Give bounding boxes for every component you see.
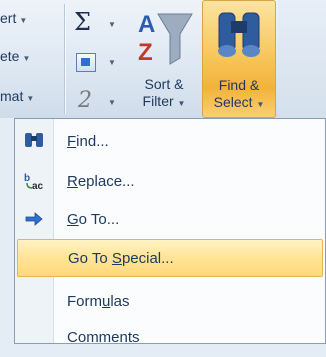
sort-letter-z: Z — [138, 39, 153, 66]
chevron-down-icon: ▼ — [108, 58, 116, 67]
menu-separator — [55, 275, 317, 276]
menu-item-goto[interactable]: Go To... — [15, 201, 315, 239]
binoculars-icon — [25, 133, 43, 147]
sort-filter-line2: Filter — [142, 93, 174, 109]
ribbon: ert ▼ ete ▼ mat ▼ Σ ▼ ▼ 2 ▼ A Z Sort & Filt… — [0, 0, 326, 118]
menu-item-replace[interactable]: b ac Replace... — [15, 163, 315, 201]
menu-item-goto-special[interactable]: Go To Special... — [17, 239, 323, 277]
find-select-line1: Find & — [218, 77, 260, 93]
sort-filter-button[interactable]: A Z Sort & Filter ▼ — [128, 0, 200, 118]
find-select-menu: Find... b ac Replace... Go To... Go To S… — [14, 118, 326, 346]
menu-label-find: Find... — [67, 133, 109, 150]
format-button[interactable]: mat ▼ — [0, 88, 34, 104]
replace-icon: b ac — [24, 173, 44, 191]
chevron-down-icon: ▼ — [19, 16, 28, 25]
chevron-down-icon: ▼ — [177, 99, 186, 108]
chevron-down-icon: ▼ — [26, 94, 35, 103]
binoculars-icon — [218, 12, 260, 57]
group-divider — [64, 4, 65, 114]
insert-label: ert — [0, 10, 17, 26]
autosum-button[interactable]: Σ ▼ — [74, 8, 124, 36]
chevron-down-icon: ▼ — [108, 20, 116, 29]
menu-label-replace: Replace... — [67, 173, 135, 190]
clear-button[interactable]: 2 ▼ — [74, 88, 124, 114]
find-select-button[interactable]: Find & Select ▼ — [202, 0, 276, 118]
cells-group: ert ▼ ete ▼ mat ▼ — [0, 0, 62, 118]
sort-filter-icon: A Z — [138, 11, 193, 66]
menu-item-find[interactable]: Find... — [15, 123, 315, 161]
sort-filter-label: Sort & Filter ▼ — [128, 76, 200, 112]
menu-item-formulas[interactable]: Formulas — [15, 283, 315, 321]
chevron-down-icon: ▼ — [256, 100, 265, 109]
menu-label-comments: Comments — [67, 329, 140, 346]
delete-label: ete — [0, 48, 20, 64]
svg-text:b: b — [24, 173, 30, 184]
format-label: mat — [0, 88, 24, 104]
find-select-label: Find & Select ▼ — [203, 77, 275, 113]
insert-button[interactable]: ert ▼ — [0, 10, 27, 26]
chevron-down-icon: ▼ — [22, 54, 31, 63]
menu-item-comments[interactable]: Comments — [15, 319, 315, 357]
fill-down-icon — [76, 53, 96, 72]
find-select-line2: Select — [213, 94, 253, 110]
menu-label-goto-special: Go To Special... — [68, 250, 174, 267]
ribbon-edge — [278, 0, 326, 118]
sort-filter-line1: Sort & — [144, 76, 184, 92]
sort-letter-a: A — [138, 11, 155, 38]
fill-button[interactable]: ▼ — [74, 50, 124, 74]
delete-button[interactable]: ete ▼ — [0, 48, 30, 64]
menu-label-formulas: Formulas — [67, 293, 130, 310]
sigma-icon: Σ — [74, 8, 91, 36]
chevron-down-icon: ▼ — [108, 98, 116, 107]
eraser-icon: 2 — [78, 88, 92, 113]
svg-text:ac: ac — [32, 181, 44, 191]
arrow-right-icon — [25, 212, 43, 226]
menu-label-goto: Go To... — [67, 211, 120, 228]
